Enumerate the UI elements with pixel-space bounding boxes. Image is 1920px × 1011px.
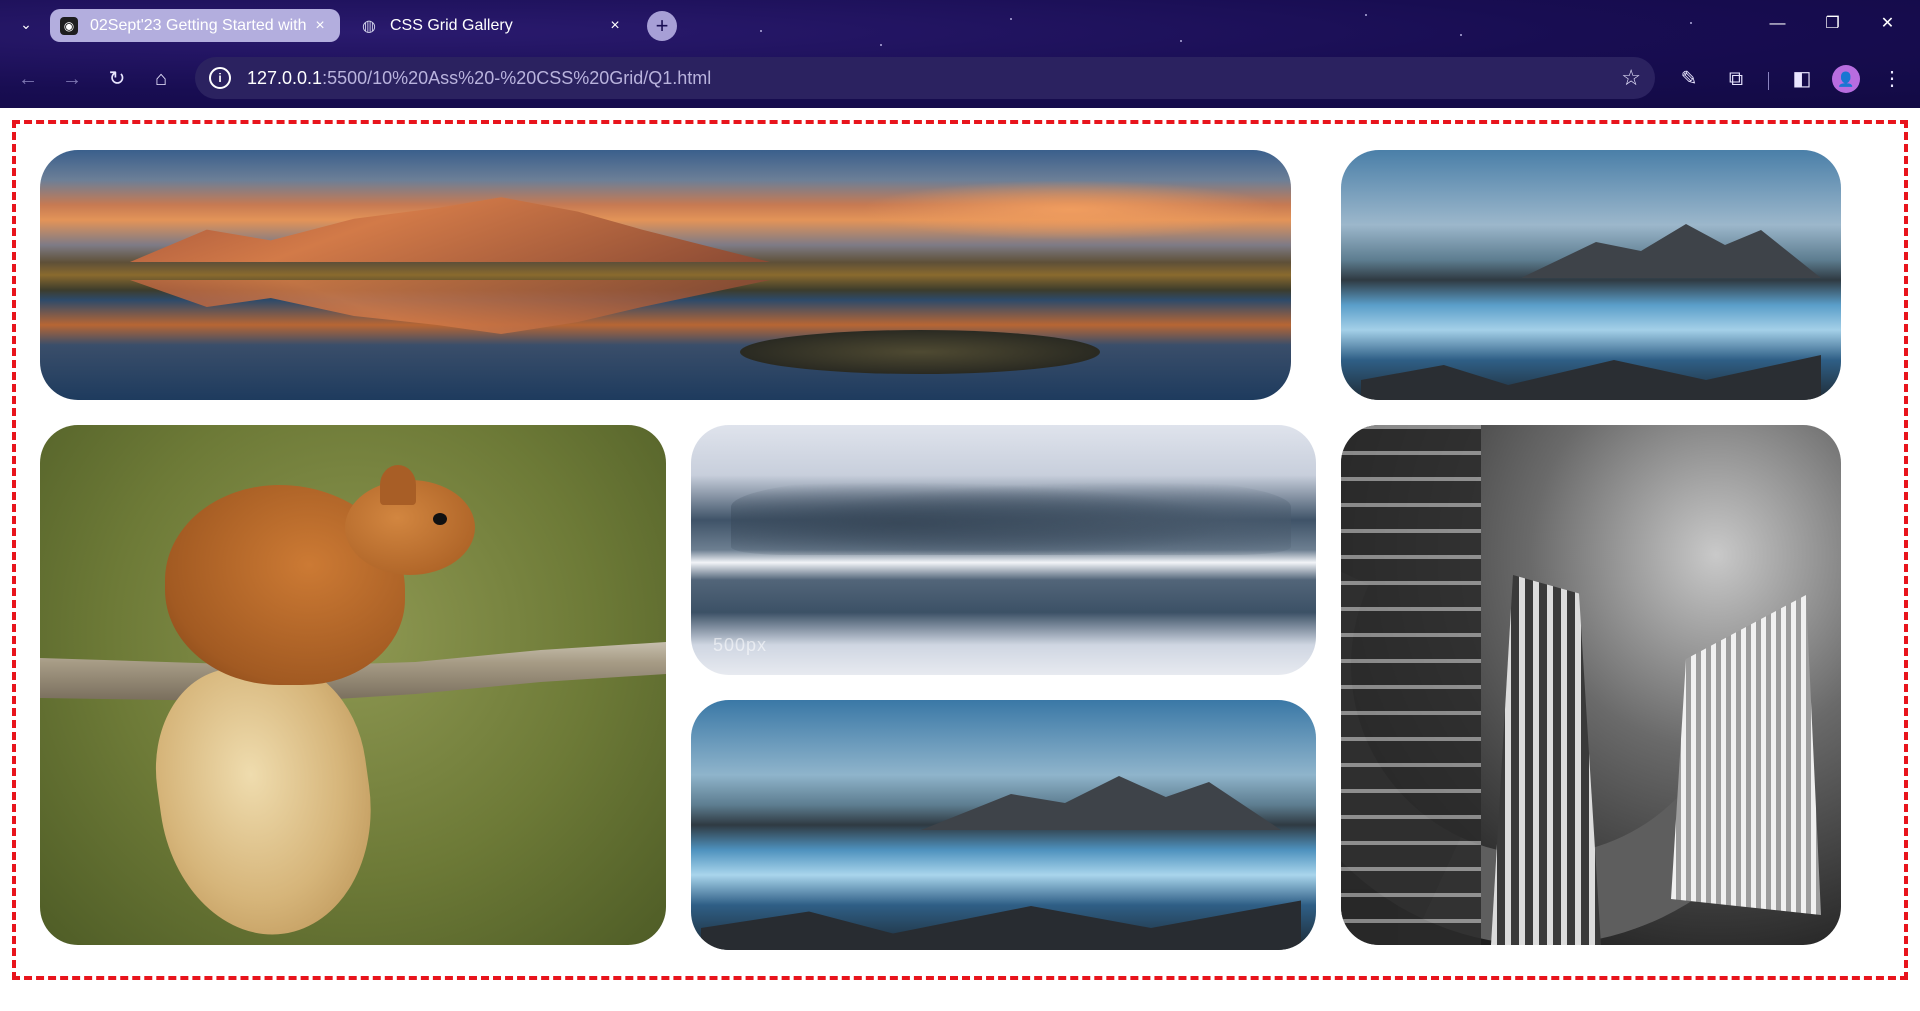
rocks-shape xyxy=(701,900,1301,950)
close-window-button[interactable]: ✕ xyxy=(1860,0,1915,50)
back-arrow-icon[interactable]: ← xyxy=(12,63,44,95)
restore-button[interactable]: ❐ xyxy=(1805,0,1860,50)
squirrel-eye xyxy=(433,513,447,525)
extensions-icon[interactable]: ⧉ xyxy=(1720,63,1752,95)
island-shape xyxy=(740,330,1100,374)
tab-css-grid-gallery[interactable]: ◍ CSS Grid Gallery × xyxy=(350,9,635,42)
tab-title: 02Sept'23 Getting Started with xyxy=(90,16,307,34)
browser-chrome: ⌄ ◉ 02Sept'23 Getting Started with × ◍ C… xyxy=(0,0,1920,108)
forward-arrow-icon[interactable]: → xyxy=(56,63,88,95)
tab-getting-started[interactable]: ◉ 02Sept'23 Getting Started with × xyxy=(50,9,340,42)
trees-shape xyxy=(731,475,1291,555)
sidebar-icon[interactable]: ◧ xyxy=(1786,63,1818,95)
reload-icon[interactable]: ↻ xyxy=(101,63,133,95)
mountain-shape xyxy=(130,197,770,262)
site-info-icon[interactable]: i xyxy=(209,67,231,89)
gallery-image-coastal-mountains-2 xyxy=(691,700,1316,950)
bookmark-star-icon[interactable]: ☆ xyxy=(1621,65,1641,91)
new-tab-button[interactable]: + xyxy=(647,11,677,41)
mountain-shape xyxy=(1521,224,1821,278)
address-bar[interactable]: i 127.0.0.1:5500/10%20Ass%20-%20CSS%20Gr… xyxy=(195,57,1655,99)
tab-close-icon[interactable]: × xyxy=(605,17,625,35)
gallery-image-skyscrapers xyxy=(1341,425,1841,945)
building-facade xyxy=(1341,425,1481,945)
home-icon[interactable]: ⌂ xyxy=(145,63,177,95)
gallery-image-sunset-lake xyxy=(40,150,1291,400)
eyedropper-icon[interactable]: ✎ xyxy=(1673,63,1705,95)
url-path: :5500/10%20Ass%20-%20CSS%20Grid/Q1.html xyxy=(322,67,712,88)
site-favicon-icon: ◉ xyxy=(60,16,78,35)
browser-toolbar: ← → ↻ ⌂ i 127.0.0.1:5500/10%20Ass%20-%20… xyxy=(0,55,1920,105)
gallery-image-squirrel xyxy=(40,425,666,945)
globe-icon: ◍ xyxy=(362,17,376,35)
url-host: 127.0.0.1 xyxy=(247,67,323,88)
rocks-shape xyxy=(1361,355,1821,400)
gallery-image-coastal-mountains xyxy=(1341,150,1841,400)
toolbar-divider xyxy=(1768,72,1769,90)
squirrel-ear xyxy=(380,465,416,505)
gallery-image-snowy-trees: 500px xyxy=(691,425,1316,675)
sunset-clouds xyxy=(860,180,1280,240)
mountain-shape xyxy=(921,776,1281,830)
menu-kebab-icon[interactable]: ⋮ xyxy=(1876,63,1908,95)
mountain-reflection xyxy=(130,280,770,334)
tab-close-icon[interactable]: × xyxy=(310,17,330,35)
image-watermark: 500px xyxy=(713,635,768,655)
profile-avatar[interactable]: 👤 xyxy=(1832,65,1860,93)
minimize-button[interactable]: — xyxy=(1750,0,1805,50)
tab-title: CSS Grid Gallery xyxy=(390,16,513,34)
tab-search-chevron-icon[interactable]: ⌄ xyxy=(14,12,38,36)
tab-strip: ⌄ ◉ 02Sept'23 Getting Started with × ◍ C… xyxy=(0,0,1920,50)
